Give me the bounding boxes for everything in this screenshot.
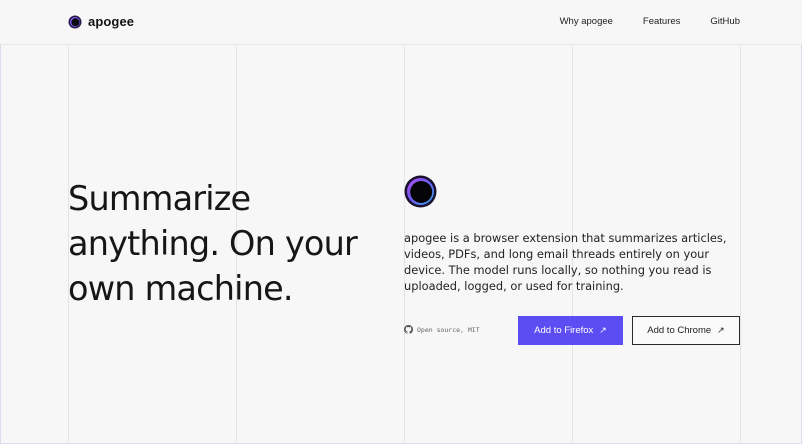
main-nav: Why apogee Features GitHub: [560, 16, 740, 27]
add-to-chrome-label: Add to Chrome: [647, 325, 712, 336]
nav-github[interactable]: GitHub: [710, 16, 740, 27]
apogee-logo-icon: [68, 15, 82, 28]
open-source-label: Open source, MIT: [417, 325, 480, 334]
site-header: apogee Why apogee Features GitHub: [0, 0, 802, 45]
github-icon: [404, 325, 413, 334]
hero-headline: Summarize anything. On your own machine.: [68, 179, 358, 308]
add-to-firefox-label: Add to Firefox: [534, 325, 594, 336]
external-arrow-icon: ↗: [717, 325, 725, 335]
open-source-note[interactable]: Open source, MIT: [404, 325, 480, 334]
add-to-chrome-button[interactable]: Add to Chrome ↗: [632, 316, 740, 345]
hero-description: apogee is a browser extension that summa…: [404, 231, 727, 293]
grid-line: [740, 44, 741, 444]
brand-link[interactable]: apogee: [68, 14, 134, 29]
external-arrow-icon: ↗: [599, 325, 607, 335]
add-to-firefox-button[interactable]: Add to Firefox ↗: [518, 316, 623, 345]
nav-features[interactable]: Features: [643, 16, 681, 27]
brand-name: apogee: [88, 14, 135, 29]
apogee-orb-icon: [404, 175, 437, 208]
nav-why-apogee[interactable]: Why apogee: [560, 16, 613, 27]
